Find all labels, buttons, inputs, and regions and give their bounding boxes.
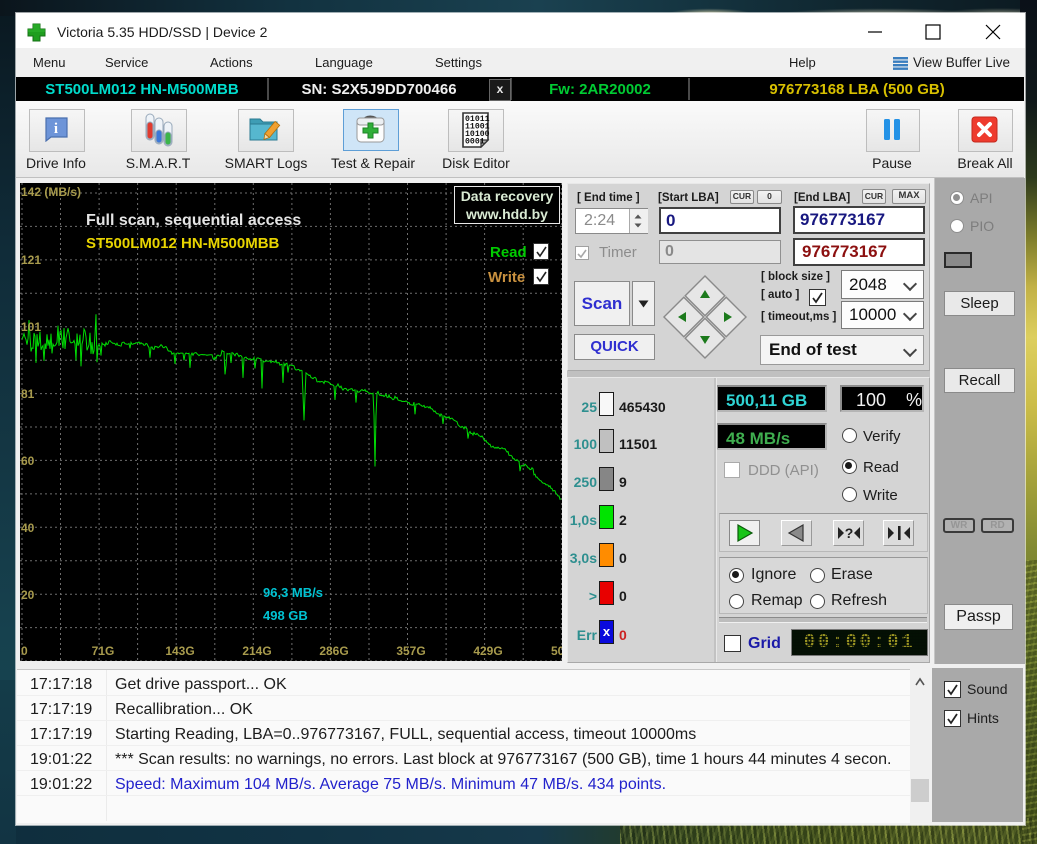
svg-text:121: 121 [21, 253, 41, 267]
svg-text:101: 101 [21, 320, 41, 334]
svg-text:60: 60 [21, 454, 35, 468]
svg-text:0: 0 [21, 644, 28, 658]
svg-text:50: 50 [551, 644, 562, 658]
svg-text:i: i [54, 121, 58, 137]
svg-text:286G: 286G [319, 644, 348, 658]
svg-text:143G: 143G [165, 644, 194, 658]
svg-text:214G: 214G [242, 644, 271, 658]
svg-text:429G: 429G [473, 644, 502, 658]
svg-text:357G: 357G [396, 644, 425, 658]
svg-text:20: 20 [21, 588, 35, 602]
svg-text:142 (MB/s): 142 (MB/s) [21, 185, 81, 199]
svg-text:40: 40 [21, 521, 35, 535]
svg-text:81: 81 [21, 387, 35, 401]
svg-text:0001: 0001 [465, 138, 485, 147]
svg-text:?: ? [845, 525, 854, 541]
svg-text:71G: 71G [92, 644, 115, 658]
